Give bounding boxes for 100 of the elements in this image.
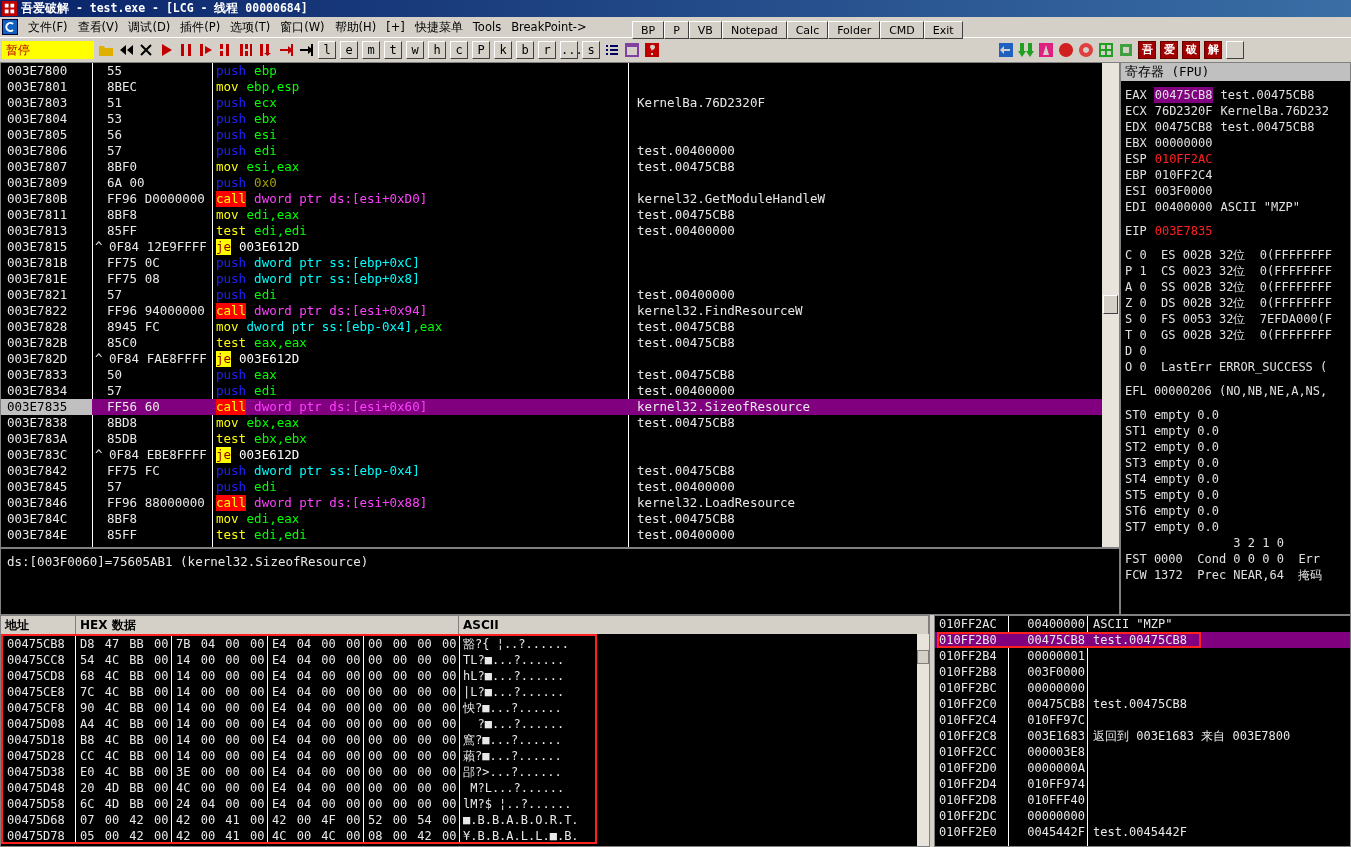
- window-letter-button[interactable]: b: [516, 40, 534, 59]
- quick-button[interactable]: Calc: [786, 21, 829, 39]
- quick-button[interactable]: Notepad: [721, 21, 787, 39]
- disassembly-row[interactable]: 003E7846 FF96 88000000 call dword ptr ds:[esi+0x88] kernel32.LoadResource: [1, 495, 1102, 511]
- register-value[interactable]: 003F0000: [1153, 183, 1214, 199]
- disassembly-row[interactable]: 003E7806 57 push edi test.00400000: [1, 143, 1102, 159]
- window-letter-button[interactable]: s: [582, 40, 600, 59]
- disassembly-row[interactable]: 003E7835 FF56 60 call dword ptr ds:[esi+0x60] kernel32.SizeofResource: [1, 399, 1102, 415]
- close-icon[interactable]: [138, 41, 154, 58]
- menu-item[interactable]: BreakPoint->: [511, 20, 587, 34]
- brand-button[interactable]: 爱: [1160, 40, 1178, 59]
- window-letter-button[interactable]: h: [428, 40, 446, 59]
- disassembly-row[interactable]: 003E7834 57 push edi test.00400000: [1, 383, 1102, 399]
- menu-item[interactable]: [+]: [386, 20, 405, 34]
- window-letter-button[interactable]: l: [318, 40, 336, 59]
- disassembly-row[interactable]: 003E7803 51 push ecx KernelBa.76D2320F: [1, 95, 1102, 111]
- menu-item[interactable]: 查看(V): [77, 19, 119, 35]
- quick-button[interactable]: Exit: [923, 21, 963, 39]
- window-letter-button[interactable]: r: [538, 40, 556, 59]
- disassembly-row[interactable]: 003E7804 53 push ebx: [1, 111, 1102, 127]
- window-letter-button[interactable]: t: [384, 40, 402, 59]
- stack-row[interactable]: 010FF2D4 010FF974: [935, 776, 1350, 792]
- disassembly-row[interactable]: 003E7828 8945 FC mov dword ptr ss:[ebp-0x4],eax test.00475CB8: [1, 319, 1102, 335]
- disassembly-row[interactable]: 003E781E FF75 08 push dword ptr ss:[ebp+0x8]: [1, 271, 1102, 287]
- disassembly-row[interactable]: 003E7813 85FF test edi,edi test.00400000: [1, 223, 1102, 239]
- window-letter-button[interactable]: k: [494, 40, 512, 59]
- disassembly-row[interactable]: 003E783C ^ 0F84 EBE8FFFF je 003E612D: [1, 447, 1102, 463]
- menu-item[interactable]: 帮助(H): [334, 19, 377, 35]
- disassembly-row[interactable]: 003E7822 FF96 94000000 call dword ptr ds:[esi+0x94] kernel32.FindResourceW: [1, 303, 1102, 319]
- brand-button[interactable]: 吾: [1138, 40, 1156, 59]
- stack-row[interactable]: 010FF2BC 00000000: [935, 680, 1350, 696]
- menu-item[interactable]: 快捷菜单: [414, 19, 463, 35]
- menu-item[interactable]: Tools: [472, 20, 502, 34]
- down-arrows-icon[interactable]: [1018, 41, 1034, 58]
- scrollbar[interactable]: [1102, 63, 1119, 547]
- stack-row[interactable]: 010FF2CC 000003E8: [935, 744, 1350, 760]
- disassembly-row[interactable]: 003E781B FF75 0C push dword ptr ss:[ebp+0xC]: [1, 255, 1102, 271]
- step-icon[interactable]: [238, 41, 254, 58]
- stack-row[interactable]: 010FF2B4 00000001: [935, 648, 1350, 664]
- stack-row[interactable]: 010FF2D0 0000000A: [935, 760, 1350, 776]
- disassembly-row[interactable]: 003E7800 55 push ebp: [1, 63, 1102, 79]
- step-over-icon[interactable]: [298, 41, 314, 58]
- disassembly-row[interactable]: 003E783A 85DB test ebx,ebx: [1, 431, 1102, 447]
- stack-row[interactable]: 010FF2B0 00475CB8 test.00475CB8: [935, 632, 1350, 648]
- menu-item[interactable]: 文件(F): [28, 19, 68, 35]
- step-icon[interactable]: [198, 41, 214, 58]
- disassembly-row[interactable]: 003E7807 8BF0 mov esi,eax test.00475CB8: [1, 159, 1102, 175]
- column-header[interactable]: HEX 数据: [76, 616, 459, 634]
- quick-button[interactable]: BP: [632, 21, 665, 39]
- stack-row[interactable]: 010FF2C4 010FF97C: [935, 712, 1350, 728]
- disassembly-row[interactable]: 003E7821 57 push edi test.00400000: [1, 287, 1102, 303]
- window-letter-button[interactable]: m: [362, 40, 380, 59]
- font-icon[interactable]: [1038, 41, 1054, 58]
- stack-row[interactable]: 010FF2C0 00475CB8 test.00475CB8: [935, 696, 1350, 712]
- window-letter-button[interactable]: c: [450, 40, 468, 59]
- window-letter-button[interactable]: ...: [560, 40, 578, 59]
- brand-button[interactable]: 解: [1204, 40, 1222, 59]
- target-icon[interactable]: [1078, 41, 1094, 58]
- app-menu-icon[interactable]: [2, 19, 18, 35]
- return-icon[interactable]: [278, 41, 294, 58]
- register-value[interactable]: 76D2320F: [1153, 103, 1214, 119]
- disassembly-row[interactable]: 003E784E 85FF test edi,edi test.00400000: [1, 527, 1102, 543]
- disassembly-row[interactable]: 003E782B 85C0 test eax,eax test.00475CB8: [1, 335, 1102, 351]
- disassembly-row[interactable]: 003E7842 FF75 FC push dword ptr ss:[ebp-0x4] test.00475CB8: [1, 463, 1102, 479]
- record-icon[interactable]: [1058, 41, 1074, 58]
- menu-item[interactable]: 调试(D): [128, 19, 171, 35]
- disassembly-row[interactable]: 003E780B FF96 D0000000 call dword ptr ds:[esi+0xD0] kernel32.GetModuleHandleW: [1, 191, 1102, 207]
- menu-item[interactable]: 选项(T): [230, 19, 271, 35]
- pause-icon[interactable]: [178, 41, 194, 58]
- stack-row[interactable]: 010FF2AC 00400000 ASCII "MZP": [935, 616, 1350, 632]
- quick-button[interactable]: P: [664, 21, 689, 39]
- disassembly-row[interactable]: 003E7833 50 push eax test.00475CB8: [1, 367, 1102, 383]
- register-value[interactable]: 00475CB8: [1153, 119, 1214, 135]
- scrollbar[interactable]: [917, 634, 929, 846]
- menu-item[interactable]: 插件(P): [180, 19, 221, 35]
- register-value[interactable]: 010FF2C4: [1153, 167, 1214, 183]
- stack-row[interactable]: 010FF2B8 003F0000: [935, 664, 1350, 680]
- brand-button[interactable]: 破: [1182, 40, 1200, 59]
- disassembly-row[interactable]: 003E7815 ^ 0F84 12E9FFFF je 003E612D: [1, 239, 1102, 255]
- menu-item[interactable]: 窗口(W): [280, 19, 325, 35]
- register-value[interactable]: 010FF2AC: [1153, 151, 1214, 167]
- register-value[interactable]: 003E7835: [1153, 223, 1214, 239]
- stack-row[interactable]: 010FF2E0 0045442F test.0045442F: [935, 824, 1350, 840]
- window-letter-button[interactable]: e: [340, 40, 358, 59]
- stack-row[interactable]: 010FF2D8 010FFF40: [935, 792, 1350, 808]
- disassembly-row[interactable]: 003E7845 57 push edi test.00400000: [1, 479, 1102, 495]
- column-header[interactable]: 地址: [1, 616, 76, 634]
- stack-row[interactable]: 010FF2DC 00000000: [935, 808, 1350, 824]
- arrow-icon[interactable]: [998, 41, 1014, 58]
- window-letter-button[interactable]: P: [472, 40, 490, 59]
- register-value[interactable]: 00475CB8: [1153, 87, 1214, 103]
- disassembly-row[interactable]: 003E7801 8BEC mov ebp,esp: [1, 79, 1102, 95]
- quick-button[interactable]: CMD: [880, 21, 924, 39]
- disassembly-row[interactable]: 003E782D ^ 0F84 FAE8FFFF je 003E612D: [1, 351, 1102, 367]
- help-icon[interactable]: [644, 41, 660, 58]
- disassembly-row[interactable]: 003E7809 6A 00 push 0x0: [1, 175, 1102, 191]
- disassembly-row[interactable]: 003E7805 56 push esi: [1, 127, 1102, 143]
- disassembly-row[interactable]: 003E784C 8BF8 mov edi,eax test.00475CB8: [1, 511, 1102, 527]
- window-letter-button[interactable]: w: [406, 40, 424, 59]
- register-value[interactable]: 00400000: [1153, 199, 1214, 215]
